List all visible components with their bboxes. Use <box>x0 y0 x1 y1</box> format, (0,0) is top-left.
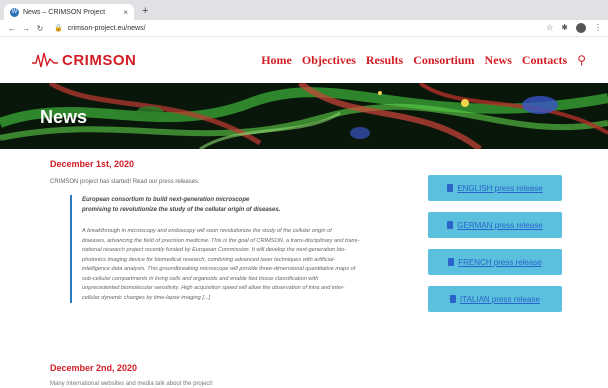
new-tab-button[interactable]: + <box>142 5 148 17</box>
quote-headline: European consortium to build next-genera… <box>82 197 281 213</box>
tab-title: News – CRIMSON Project <box>23 8 106 16</box>
quote-line: unprecedented biomolecular sensitivity. … <box>82 285 345 291</box>
nav-news[interactable]: News <box>485 53 512 68</box>
news-content: December 1st, 2020 CRIMSON project has s… <box>0 149 608 388</box>
tab-close-icon[interactable]: × <box>123 8 128 17</box>
nav-results[interactable]: Results <box>366 53 403 68</box>
forward-icon[interactable]: → <box>20 24 32 33</box>
quote-line: national research project recently funde… <box>82 247 346 253</box>
address-bar[interactable]: 🔒 crimson-project.eu/news/ <box>54 22 546 35</box>
nav-consortium[interactable]: Consortium <box>413 53 474 68</box>
address-url: crimson-project.eu/news/ <box>67 24 146 32</box>
press-quote: European consortium to build next-genera… <box>70 195 370 303</box>
site-header: CRIMSON Home Objectives Results Consorti… <box>0 37 608 83</box>
search-icon[interactable]: ⚲ <box>577 53 586 67</box>
nav-home[interactable]: Home <box>261 53 292 68</box>
main-nav: Home Objectives Results Consortium News … <box>261 53 586 68</box>
nav-contacts[interactable]: Contacts <box>522 53 567 68</box>
crimson-logo[interactable]: CRIMSON <box>32 51 136 69</box>
hero-banner: News <box>0 83 608 149</box>
profile-icon[interactable] <box>576 23 586 33</box>
back-icon[interactable]: ← <box>6 24 18 33</box>
browser-tab-bar: W News – CRIMSON Project × + <box>0 0 608 20</box>
browser-toolbar: ← → ↻ 🔒 crimson-project.eu/news/ ☆ ✱ ⋮ <box>0 20 608 37</box>
quote-line: photonics imaging device for biomedical … <box>82 256 336 263</box>
lock-icon: 🔒 <box>54 25 63 32</box>
star-icon[interactable]: ☆ <box>546 23 553 33</box>
page-title: News <box>40 107 88 127</box>
logo-wave-icon <box>32 52 58 68</box>
quote-line: cellular dynamic changes by time-lapse i… <box>82 294 211 301</box>
post-intro: CRIMSON project has started! Read our pr… <box>50 179 200 185</box>
quote-line: diseases, advancing the field of precisi… <box>82 237 360 244</box>
german-press-release-button[interactable]: GERMAN press release <box>428 212 562 238</box>
post-intro: Many international websites and media ta… <box>50 381 213 387</box>
quote-body: A breakthrough in microscopy and endosco… <box>82 227 370 303</box>
browser-tab[interactable]: W News – CRIMSON Project × <box>4 4 134 20</box>
quote-line: intelligence data analysis. This groundb… <box>82 266 356 272</box>
logo-text: CRIMSON <box>62 51 137 69</box>
hero-cell-image <box>0 83 608 149</box>
quote-line: sub-cellular compartments in living cell… <box>82 275 319 282</box>
menu-icon[interactable]: ⋮ <box>594 23 602 33</box>
reload-icon[interactable]: ↻ <box>34 24 46 33</box>
document-icon <box>448 258 455 266</box>
post-date: December 2nd, 2020 <box>50 363 138 373</box>
nav-objectives[interactable]: Objectives <box>302 53 356 68</box>
extensions-icon[interactable]: ✱ <box>561 23 568 33</box>
document-icon <box>447 221 454 229</box>
quote-line: A breakthrough in microscopy and endosco… <box>82 228 332 234</box>
english-press-release-button[interactable]: ENGLISH press release <box>428 175 562 201</box>
wordpress-favicon-icon: W <box>10 7 19 17</box>
italian-press-release-button[interactable]: ITALIAN press release <box>428 286 562 312</box>
post-date: December 1st, 2020 <box>50 159 135 169</box>
document-icon <box>447 184 454 192</box>
french-press-release-button[interactable]: FRENCH press release <box>428 249 562 275</box>
document-icon <box>450 295 457 303</box>
